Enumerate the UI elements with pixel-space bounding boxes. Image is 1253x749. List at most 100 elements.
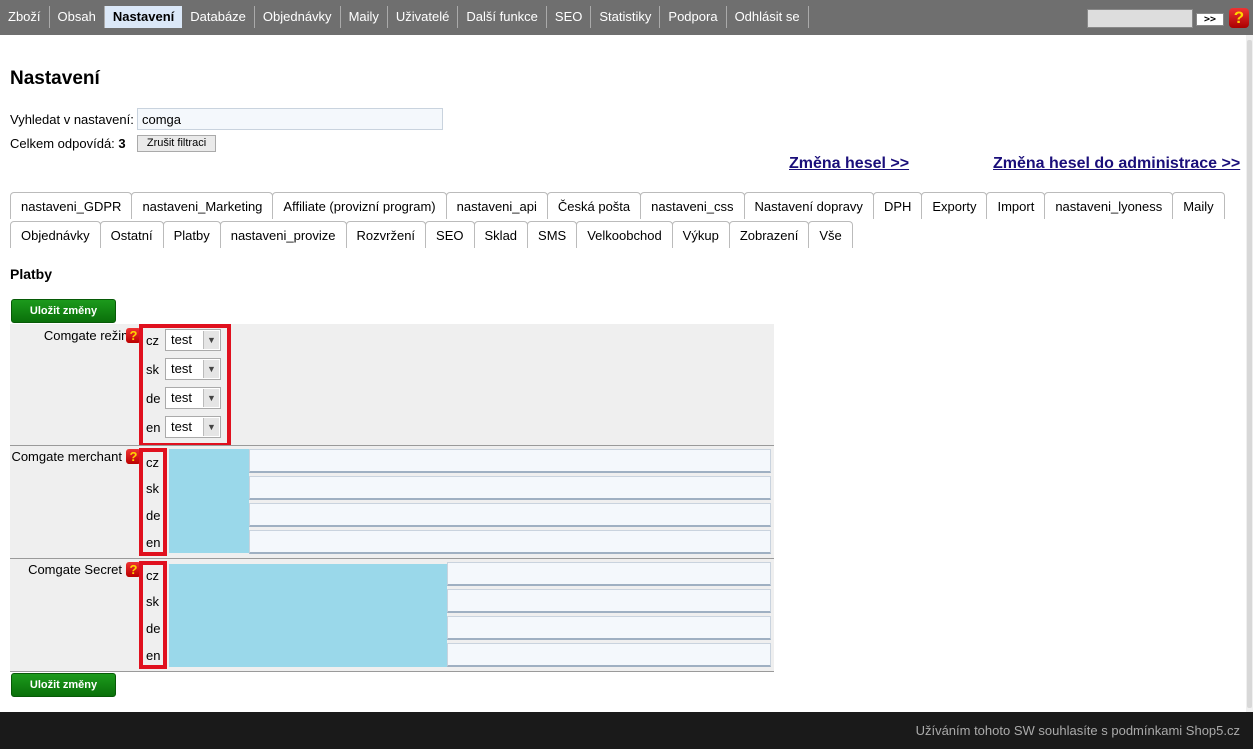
global-search-input[interactable] <box>1087 9 1193 28</box>
settings-search-label: Vyhledat v nastavení: <box>10 112 134 127</box>
nav-item-8[interactable]: SEO <box>547 6 592 28</box>
clear-filter-button[interactable]: Zrušit filtraci <box>137 135 216 152</box>
redacted-area <box>169 564 447 667</box>
nav-item-3[interactable]: Databáze <box>182 6 255 28</box>
tab-tabs_row2-8[interactable]: Velkoobchod <box>576 221 673 248</box>
page-title: Nastavení <box>10 68 100 89</box>
tab-tabs_row1-9[interactable]: Import <box>986 192 1046 219</box>
lang-label-de: de <box>146 391 161 406</box>
tab-tabs_row2-0[interactable]: Objednávky <box>10 221 101 248</box>
secret-input-cz[interactable] <box>447 562 771 586</box>
comgate-mode-label: Comgate režim <box>43 328 132 343</box>
nav-items: Zboží Obsah Nastavení Databáze Objednávky Mai… <box>0 6 809 28</box>
tab-tabs_row1-4[interactable]: Česká pošta <box>546 192 642 219</box>
save-changes-button-top[interactable]: Uložit změny <box>11 299 116 323</box>
mode-select-de[interactable]: test ▼ <box>165 387 221 409</box>
mode-select-en[interactable]: test ▼ <box>165 416 221 438</box>
lang-label-de: de <box>146 508 161 523</box>
tab-tabs_row2-3[interactable]: nastaveni_provize <box>219 221 347 248</box>
change-passwords-link[interactable]: Změna hesel >> <box>789 155 909 173</box>
nav-item-5[interactable]: Maily <box>341 6 388 28</box>
tab-tabs_row1-2[interactable]: Affiliate (provizní program) <box>272 192 447 219</box>
tab-tabs_row1-7[interactable]: DPH <box>872 192 923 219</box>
tab-tabs_row2-6[interactable]: Sklad <box>473 221 529 248</box>
lang-label-sk: sk <box>146 362 159 377</box>
lang-label-sk: sk <box>146 594 159 609</box>
global-search-go-button[interactable]: >> <box>1196 13 1224 26</box>
comgate-secret-label: Comgate Secret <box>28 562 122 577</box>
match-count-value: 3 <box>118 136 126 151</box>
settings-search-input[interactable] <box>137 108 443 130</box>
tab-tabs_row1-0[interactable]: nastaveni_GDPR <box>10 192 133 219</box>
tab-tabs_row1-3[interactable]: nastaveni_api <box>445 192 548 219</box>
lang-label-en: en <box>146 648 161 663</box>
tab-tabs_row2-9[interactable]: Výkup <box>671 221 730 248</box>
merchant-input-sk[interactable] <box>249 476 771 500</box>
chevron-down-icon: ▼ <box>203 331 219 349</box>
tab-tabs_row2-7[interactable]: SMS <box>527 221 578 248</box>
tab-tabs_row1-8[interactable]: Exporty <box>921 192 988 219</box>
lang-label-de: de <box>146 621 161 636</box>
footer: Užíváním tohoto SW souhlasíte s podmínka… <box>0 712 1253 749</box>
mode-select-cz[interactable]: test ▼ <box>165 329 221 351</box>
chevron-down-icon: ▼ <box>203 360 219 378</box>
top-navigation: Zboží Obsah Nastavení Databáze Objednávky Mai… <box>0 0 1253 35</box>
change-admin-passwords-link[interactable]: Změna hesel do administrace >> <box>993 155 1240 173</box>
comgate-merchant-panel: Comgate merchant ? cz sk de en <box>10 446 774 558</box>
tab-tabs_row1-10[interactable]: nastaveni_lyoness <box>1044 192 1174 219</box>
tab-tabs_row1-11[interactable]: Maily <box>1172 192 1225 219</box>
tab-tabs_row1-6[interactable]: Nastavení dopravy <box>743 192 874 219</box>
secret-input-de[interactable] <box>447 616 771 640</box>
tab-tabs_row2-4[interactable]: Rozvržení <box>345 221 427 248</box>
comgate-secret-panel: Comgate Secret ? cz sk de en <box>10 559 774 671</box>
scrollbar-thumb[interactable] <box>1247 40 1252 708</box>
redacted-area <box>169 449 249 553</box>
secret-input-en[interactable] <box>447 643 771 667</box>
nav-item-11[interactable]: Odhlásit se <box>727 6 809 28</box>
mode-select-value: test <box>171 332 192 347</box>
mode-select-value: test <box>171 390 192 405</box>
comgate-merchant-label: Comgate merchant <box>11 449 122 464</box>
secret-input-sk[interactable] <box>447 589 771 613</box>
tab-tabs_row2-10[interactable]: Zobrazení <box>728 221 810 248</box>
lang-label-sk: sk <box>146 481 159 496</box>
merchant-input-cz[interactable] <box>249 449 771 473</box>
settings-tabs-row-1: nastaveni_GDPR nastaveni_Marketing Affilia… <box>10 192 1225 219</box>
lang-label-cz: cz <box>146 568 159 583</box>
settings-tabs-row-2: Objednávky Ostatní Platby nastaveni_provize… <box>10 221 853 248</box>
footer-terms-text: Užíváním tohoto SW souhlasíte s podmínka… <box>915 723 1240 738</box>
lang-label-cz: cz <box>146 333 159 348</box>
mode-select-sk[interactable]: test ▼ <box>165 358 221 380</box>
divider <box>10 671 774 672</box>
tab-tabs_row1-5[interactable]: nastaveni_css <box>640 192 745 219</box>
tab-tabs_row2-2[interactable]: Platby <box>162 221 221 248</box>
nav-item-0[interactable]: Zboží <box>0 6 50 28</box>
tab-tabs_row2-5[interactable]: SEO <box>425 221 475 248</box>
nav-item-10[interactable]: Podpora <box>660 6 727 28</box>
nav-item-6[interactable]: Uživatelé <box>388 6 459 28</box>
nav-item-1[interactable]: Obsah <box>50 6 105 28</box>
tab-tabs_row2-1[interactable]: Ostatní <box>99 221 164 248</box>
nav-item-4[interactable]: Objednávky <box>255 6 341 28</box>
help-icon[interactable]: ? <box>1229 8 1249 28</box>
comgate-mode-panel: Comgate režim ? cz test ▼ sk test ▼ de tes… <box>10 324 774 447</box>
tab-tabs_row1-1[interactable]: nastaveni_Marketing <box>131 192 274 219</box>
lang-label-en: en <box>146 535 161 550</box>
merchant-input-de[interactable] <box>249 503 771 527</box>
vertical-scrollbar[interactable] <box>1246 35 1253 712</box>
nav-item-9[interactable]: Statistiky <box>591 6 661 28</box>
merchant-input-en[interactable] <box>249 530 771 554</box>
nav-item-2[interactable]: Nastavení <box>104 6 183 28</box>
save-changes-button-bottom[interactable]: Uložit změny <box>11 673 116 697</box>
mode-select-value: test <box>171 419 192 434</box>
tab-tabs_row2-11[interactable]: Vše <box>808 221 853 248</box>
chevron-down-icon: ▼ <box>203 389 219 407</box>
section-title: Platby <box>10 266 53 282</box>
mode-select-value: test <box>171 361 192 376</box>
chevron-down-icon: ▼ <box>203 418 219 436</box>
lang-label-en: en <box>146 420 161 435</box>
match-count-text: Celkem odpovídá: <box>10 136 115 151</box>
lang-label-cz: cz <box>146 455 159 470</box>
nav-item-7[interactable]: Další funkce <box>458 6 547 28</box>
match-count-label: Celkem odpovídá: 3 <box>10 136 126 151</box>
